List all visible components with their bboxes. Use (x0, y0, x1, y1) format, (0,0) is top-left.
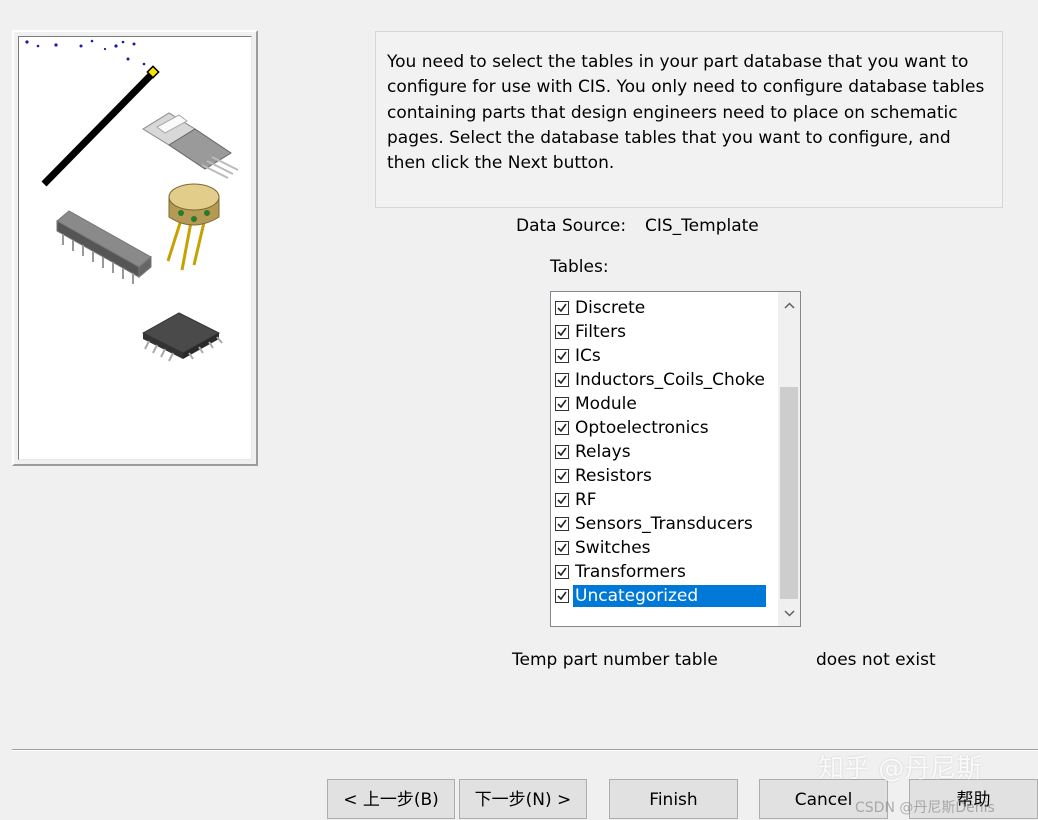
table-item-label: ICs (575, 346, 601, 366)
tables-listbox[interactable]: Discrete Filters ICs Inductors_Coils_Choke M… (550, 291, 801, 627)
scrollbar-thumb[interactable] (780, 387, 798, 599)
watermark-zhihu: 知乎 @丹尼斯 (818, 754, 983, 784)
listbox-scrollbar[interactable] (778, 292, 800, 626)
checkbox-icon[interactable] (555, 373, 569, 387)
next-button[interactable]: 下一步(N) > (459, 779, 587, 819)
table-item-label: Discrete (575, 298, 646, 318)
wizard-image-frame (12, 30, 258, 466)
to220-component (142, 112, 239, 179)
table-list-item[interactable]: Resistors (555, 464, 775, 488)
checkbox-icon[interactable] (555, 565, 569, 579)
back-button[interactable]: < 上一步(B) (327, 779, 455, 819)
checkbox-icon[interactable] (555, 493, 569, 507)
checkbox-icon[interactable] (555, 301, 569, 315)
table-item-label: Module (575, 394, 637, 414)
checkbox-icon[interactable] (555, 541, 569, 555)
checkbox-icon[interactable] (555, 325, 569, 339)
table-item-label: Transformers (575, 562, 686, 582)
tables-label: Tables: (550, 257, 609, 277)
checkbox-icon[interactable] (555, 397, 569, 411)
table-list-item[interactable]: ICs (555, 344, 775, 368)
tables-list: Discrete Filters ICs Inductors_Coils_Choke M… (555, 296, 775, 608)
table-item-label: Relays (575, 442, 631, 462)
magic-wand (41, 71, 155, 187)
table-item-label: Sensors_Transducers (575, 514, 753, 534)
wizard-illustration (18, 36, 252, 460)
table-list-item[interactable]: Sensors_Transducers (555, 512, 775, 536)
table-item-label: Switches (575, 538, 651, 558)
table-item-label: Filters (575, 322, 626, 342)
data-source-label: Data Source: (516, 216, 627, 236)
instructions-text: You need to select the tables in your pa… (387, 52, 985, 174)
table-list-item[interactable]: Discrete (555, 296, 775, 320)
table-item-label: Resistors (575, 466, 652, 486)
watermark-csdn: CSDN @丹尼斯Denis (855, 800, 995, 816)
table-list-item[interactable]: Optoelectronics (555, 416, 775, 440)
checkbox-icon[interactable] (555, 589, 569, 603)
table-item-label: Inductors_Coils_Choke (575, 370, 765, 390)
table-list-item[interactable]: Module (555, 392, 775, 416)
table-list-item[interactable]: Transformers (555, 560, 775, 584)
table-list-item[interactable]: RF (555, 488, 775, 512)
checkbox-icon[interactable] (555, 469, 569, 483)
instructions-box: You need to select the tables in your pa… (375, 31, 1003, 208)
dip-ic (56, 210, 152, 284)
checkbox-icon[interactable] (555, 421, 569, 435)
metal-can-transistor (166, 183, 220, 271)
checkbox-icon[interactable] (555, 349, 569, 363)
table-list-item[interactable]: Filters (555, 320, 775, 344)
table-item-label: RF (575, 490, 597, 510)
temp-table-label: Temp part number table (512, 650, 718, 670)
scroll-up-arrow-icon[interactable] (778, 294, 800, 316)
table-item-label: Optoelectronics (575, 418, 709, 438)
scroll-down-arrow-icon[interactable] (778, 602, 800, 624)
checkbox-icon[interactable] (555, 517, 569, 531)
table-list-item[interactable]: Switches (555, 536, 775, 560)
sparkle-dots (25, 39, 146, 66)
components-illustration (25, 39, 239, 362)
soic-ic (141, 312, 223, 362)
data-source-value: CIS_Template (645, 216, 759, 236)
table-list-item[interactable]: Uncategorized (555, 584, 775, 608)
table-list-item[interactable]: Relays (555, 440, 775, 464)
checkbox-icon[interactable] (555, 445, 569, 459)
temp-table-status: does not exist (816, 650, 936, 670)
table-item-label: Uncategorized (573, 585, 766, 607)
table-list-item[interactable]: Inductors_Coils_Choke (555, 368, 775, 392)
finish-button[interactable]: Finish (609, 779, 738, 819)
